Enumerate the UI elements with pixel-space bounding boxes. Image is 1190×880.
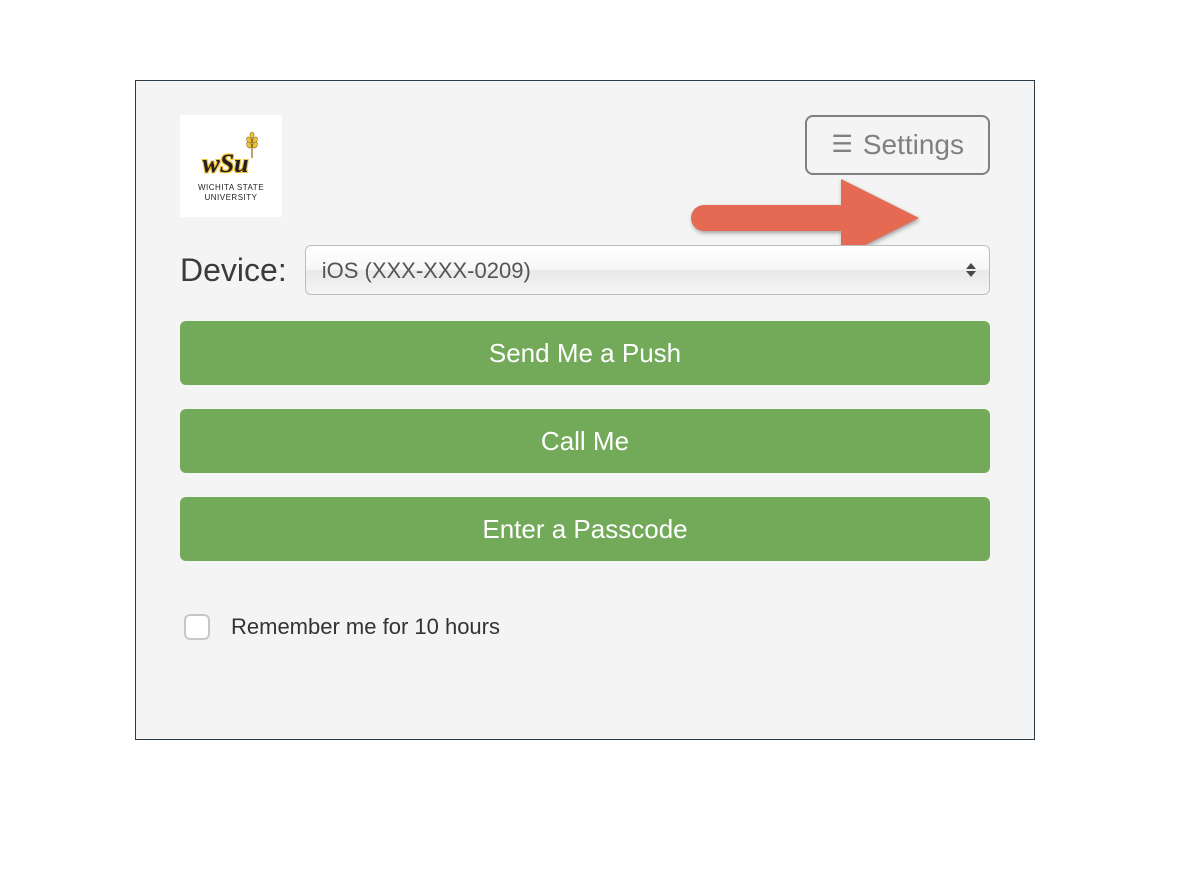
send-push-button[interactable]: Send Me a Push (180, 321, 990, 385)
call-me-button[interactable]: Call Me (180, 409, 990, 473)
remember-row: Remember me for 10 hours (180, 611, 990, 643)
logo-wordmark: wSu (202, 151, 248, 177)
device-select-wrap: iOS (XXX-XXX-0209) (305, 245, 990, 295)
remember-label[interactable]: Remember me for 10 hours (231, 614, 500, 640)
logo-subtext: WICHITA STATE UNIVERSITY (198, 183, 264, 201)
enter-passcode-button[interactable]: Enter a Passcode (180, 497, 990, 561)
logo-subtext-line2: UNIVERSITY (198, 193, 264, 202)
wheat-icon (244, 130, 260, 163)
org-logo: wSu (180, 115, 282, 217)
settings-label: Settings (863, 129, 964, 161)
device-select[interactable]: iOS (XXX-XXX-0209) (305, 245, 990, 295)
hamburger-icon: ☰ (831, 133, 853, 157)
header-row: wSu (180, 115, 990, 225)
duo-auth-panel: wSu (135, 80, 1035, 740)
settings-button[interactable]: ☰ Settings (805, 115, 990, 175)
device-row: Device: iOS (XXX-XXX-0209) (180, 245, 990, 295)
logo-subtext-line1: WICHITA STATE (198, 183, 264, 192)
remember-checkbox[interactable] (184, 614, 210, 640)
device-label: Device: (180, 252, 287, 289)
